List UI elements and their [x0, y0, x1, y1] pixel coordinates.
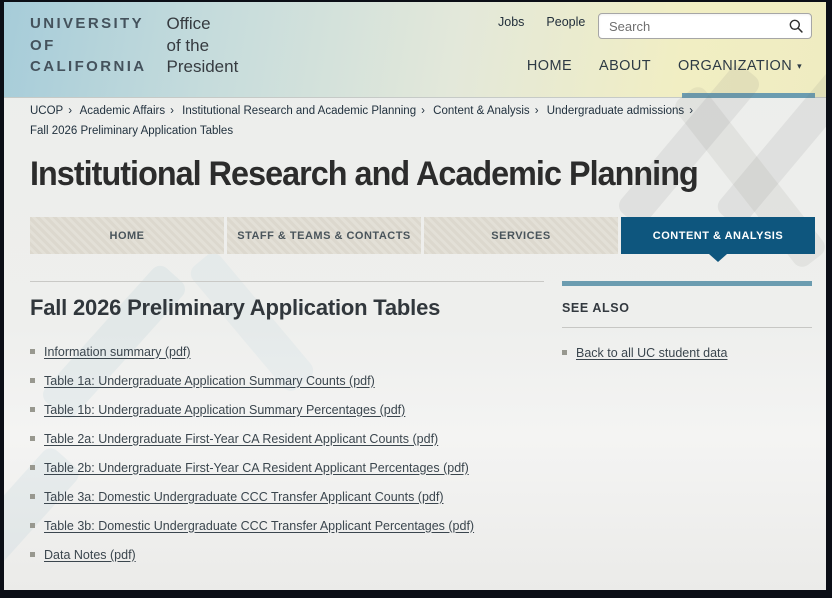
site-header: UNIVERSITYOFCALIFORNIA Officeof thePresi… — [4, 2, 826, 98]
sidebar-accent-bar — [562, 281, 812, 286]
pdf-link[interactable]: Data Notes (pdf) — [44, 548, 136, 562]
office-line: of the — [167, 35, 239, 57]
sidebar-heading: SEE ALSO — [562, 301, 812, 315]
pdf-link[interactable]: Table 1b: Undergraduate Application Summ… — [44, 403, 405, 417]
sidebar-link[interactable]: Back to all UC student data — [576, 346, 727, 360]
section-tab[interactable]: CONTENT & ANALYSIS — [621, 217, 815, 254]
top-nav: HOME ABOUT ORGANIZATION ▾ — [527, 58, 802, 74]
uc-logo[interactable]: UNIVERSITYOFCALIFORNIA Officeof thePresi… — [30, 13, 238, 78]
square-bullet-icon — [30, 552, 35, 557]
nav-item[interactable]: HOME — [527, 58, 572, 74]
section-tab[interactable]: HOME — [30, 217, 224, 254]
breadcrumb-separator: › — [421, 105, 425, 117]
square-bullet-icon — [30, 494, 35, 499]
list-item: Table 1a: Undergraduate Application Summ… — [30, 366, 544, 395]
breadcrumb-item: Academic Affairs › — [80, 105, 179, 117]
tab-label: SERVICES — [491, 230, 550, 242]
document-link-list: Information summary (pdf) Table 1a: Unde… — [30, 337, 544, 569]
see-also-sidebar: SEE ALSO Back to all UC student data — [562, 281, 812, 367]
search-box — [598, 13, 812, 39]
sidebar-link-list: Back to all UC student data — [562, 338, 812, 367]
list-item: Back to all UC student data — [562, 338, 812, 367]
breadcrumb-item: Content & Analysis › — [433, 105, 543, 117]
breadcrumb-link[interactable]: Content & Analysis — [433, 105, 530, 117]
wordmark-line: UNIVERSITY — [30, 13, 147, 35]
list-item: Table 1b: Undergraduate Application Summ… — [30, 395, 544, 424]
pdf-link[interactable]: Table 3b: Domestic Undergraduate CCC Tra… — [44, 519, 474, 533]
list-item: Table 2a: Undergraduate First-Year CA Re… — [30, 424, 544, 453]
nav-item[interactable]: ABOUT — [599, 58, 651, 74]
sidebar-divider — [562, 327, 812, 328]
breadcrumb-item: UCOP › — [30, 105, 77, 117]
office-line: Office — [167, 13, 239, 35]
square-bullet-icon — [562, 350, 567, 355]
breadcrumb-link[interactable]: Institutional Research and Academic Plan… — [182, 105, 416, 117]
office-of-the-president: Officeof thePresident — [167, 13, 239, 78]
list-item: Data Notes (pdf) — [30, 540, 544, 569]
chevron-down-icon: ▾ — [797, 61, 802, 72]
search-icon[interactable] — [788, 18, 804, 34]
page: UNIVERSITYOFCALIFORNIA Officeof thePresi… — [4, 2, 826, 590]
breadcrumb-item: Undergraduate admissions › — [547, 105, 698, 117]
search-input[interactable] — [609, 19, 788, 34]
utility-link[interactable]: Jobs — [498, 15, 524, 29]
tab-label: CONTENT & ANALYSIS — [653, 230, 783, 242]
list-item: Table 3a: Domestic Undergraduate CCC Tra… — [30, 482, 544, 511]
content-heading: Fall 2026 Preliminary Application Tables — [30, 295, 544, 321]
square-bullet-icon — [30, 436, 35, 441]
pdf-link[interactable]: Table 3a: Domestic Undergraduate CCC Tra… — [44, 490, 444, 504]
main-content: Fall 2026 Preliminary Application Tables… — [30, 281, 544, 569]
nav-item-label: ABOUT — [599, 58, 651, 74]
nav-item-label: HOME — [527, 58, 572, 74]
office-line: President — [167, 56, 239, 78]
pdf-link[interactable]: Information summary (pdf) — [44, 345, 191, 359]
list-item: Information summary (pdf) — [30, 337, 544, 366]
tab-label: HOME — [110, 230, 145, 242]
breadcrumb-link[interactable]: Academic Affairs — [80, 105, 165, 117]
section-tabs: HOME STAFF & TEAMS & CONTACTS SERVICES C… — [30, 217, 815, 254]
square-bullet-icon — [30, 407, 35, 412]
pdf-link[interactable]: Table 2b: Undergraduate First-Year CA Re… — [44, 461, 469, 475]
wordmark-line: CALIFORNIA — [30, 56, 147, 78]
list-item: Table 3b: Domestic Undergraduate CCC Tra… — [30, 511, 544, 540]
breadcrumb-separator: › — [68, 105, 72, 117]
section-tab[interactable]: SERVICES — [424, 217, 618, 254]
section-tab[interactable]: STAFF & TEAMS & CONTACTS — [227, 217, 421, 254]
breadcrumb-link[interactable]: UCOP — [30, 105, 63, 117]
pdf-link[interactable]: Table 1a: Undergraduate Application Summ… — [44, 374, 375, 388]
list-item: Table 2b: Undergraduate First-Year CA Re… — [30, 453, 544, 482]
square-bullet-icon — [30, 349, 35, 354]
pdf-link[interactable]: Table 2a: Undergraduate First-Year CA Re… — [44, 432, 438, 446]
wordmark-line: OF — [30, 35, 147, 57]
utility-links: Jobs People — [498, 15, 585, 29]
breadcrumb-separator: › — [535, 105, 539, 117]
square-bullet-icon — [30, 378, 35, 383]
breadcrumb-item: Institutional Research and Academic Plan… — [182, 105, 430, 117]
utility-link[interactable]: People — [546, 15, 585, 29]
breadcrumb-separator: › — [689, 105, 693, 117]
tab-label: STAFF & TEAMS & CONTACTS — [237, 230, 411, 242]
breadcrumb-link[interactable]: Undergraduate admissions — [547, 105, 684, 117]
breadcrumb-item: Fall 2026 Preliminary Application Tables… — [30, 125, 233, 137]
square-bullet-icon — [30, 523, 35, 528]
breadcrumb: UCOP › Academic Affairs › Institutional Re… — [30, 102, 802, 141]
breadcrumb-separator: › — [170, 105, 174, 117]
square-bullet-icon — [30, 465, 35, 470]
page-title: Institutional Research and Academic Plan… — [30, 155, 698, 194]
uc-wordmark: UNIVERSITYOFCALIFORNIA — [30, 13, 147, 78]
breadcrumb-link[interactable]: Fall 2026 Preliminary Application Tables — [30, 125, 233, 137]
